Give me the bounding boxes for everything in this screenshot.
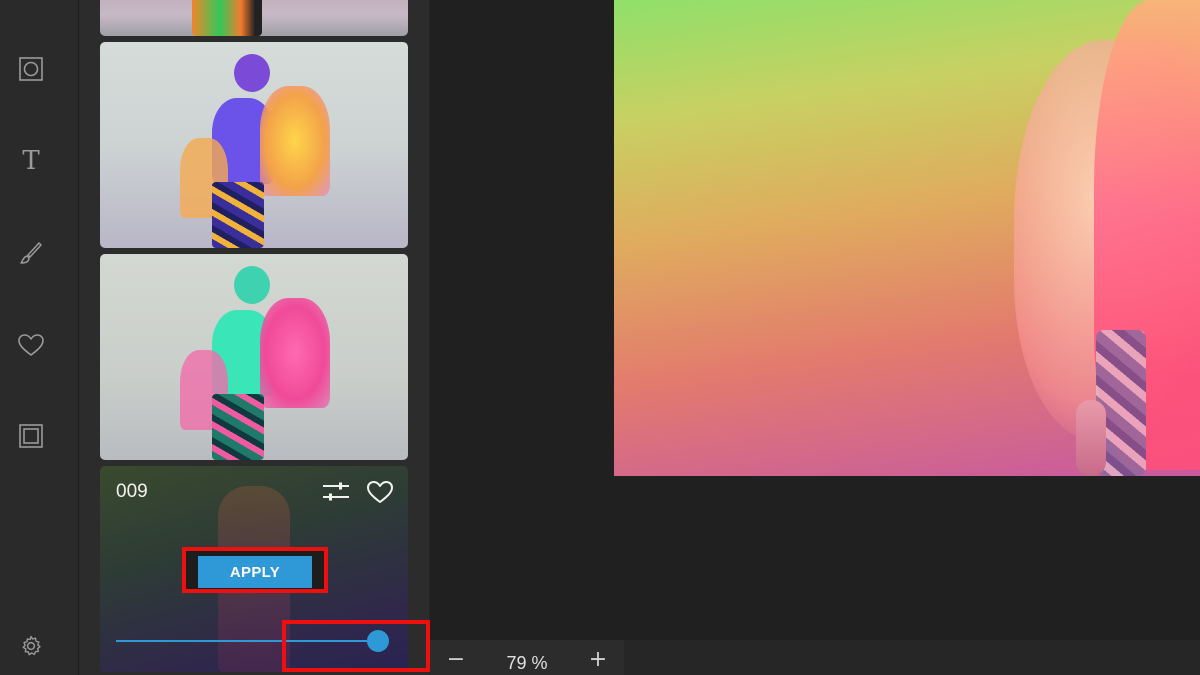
- filter-thumbnail[interactable]: [100, 42, 408, 248]
- status-bar: [624, 640, 1200, 675]
- filter-thumbnail[interactable]: [100, 254, 408, 460]
- heart-icon: [18, 334, 44, 356]
- zoom-in-button[interactable]: +: [588, 649, 608, 671]
- filter-name: 009: [116, 481, 148, 502]
- thumbnail-figure: [234, 266, 270, 304]
- filter-panel: 009 APPLY: [79, 0, 429, 675]
- thumbnail-figure: [234, 54, 270, 92]
- border-tool-button[interactable]: [16, 421, 46, 451]
- square-circle-icon: [19, 57, 43, 81]
- apply-highlight: APPLY: [182, 547, 328, 593]
- draw-tool-button[interactable]: [16, 238, 46, 268]
- intensity-slider-track[interactable]: [116, 640, 378, 642]
- text-tool-button[interactable]: T: [16, 146, 46, 176]
- heart-icon: [367, 481, 393, 503]
- gear-icon: [22, 635, 41, 656]
- zoom-bar: − 79 % +: [430, 640, 624, 675]
- text-icon: T: [22, 146, 40, 176]
- photo-hand: [1076, 400, 1106, 476]
- intensity-slider-handle[interactable]: [367, 630, 389, 652]
- canvas-image[interactable]: [614, 0, 1200, 476]
- zoom-out-button[interactable]: −: [446, 649, 466, 671]
- thumbnail-figure: [212, 394, 264, 460]
- filter-thumbnail[interactable]: [100, 0, 408, 36]
- active-filter-card[interactable]: 009 APPLY: [100, 466, 408, 672]
- thumbnail-figure: [192, 0, 262, 36]
- sliders-icon: [323, 482, 349, 501]
- favorite-filter-button[interactable]: [366, 480, 394, 504]
- thumbnail-figure: [260, 86, 330, 196]
- tool-rail: T: [0, 0, 79, 675]
- adjust-filter-button[interactable]: [322, 480, 350, 504]
- thumbnail-figure: [212, 182, 264, 248]
- settings-button[interactable]: [16, 631, 46, 661]
- frame-tool-button[interactable]: [16, 54, 46, 84]
- border-frame-icon: [19, 424, 43, 448]
- apply-button[interactable]: APPLY: [198, 556, 312, 588]
- favorites-tool-button[interactable]: [16, 330, 46, 360]
- zoom-level: 79 %: [506, 653, 548, 673]
- thumbnail-figure: [260, 298, 330, 408]
- brush-icon: [20, 242, 42, 264]
